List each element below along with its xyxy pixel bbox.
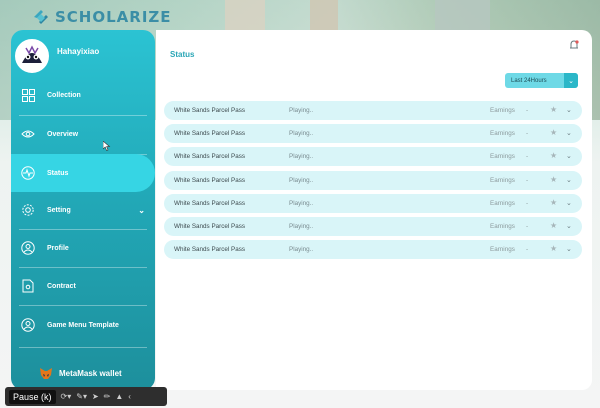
sidebar-item-game-menu-template[interactable]: Game Menu Template: [11, 307, 155, 343]
chevron-down-icon[interactable]: ⌄: [566, 222, 572, 230]
earnings-value: -: [526, 246, 529, 254]
avatar: [15, 39, 49, 73]
sidebar-item-setting[interactable]: Setting ⌄: [11, 192, 155, 228]
highlighter-tool-icon[interactable]: ▲: [115, 392, 123, 401]
item-state: Playing..: [289, 222, 314, 230]
pulse-icon: [21, 166, 35, 180]
item-name: White Sands Parcel Pass: [174, 153, 246, 161]
item-name: White Sands Parcel Pass: [174, 222, 246, 230]
star-icon[interactable]: ★: [550, 244, 557, 253]
list-item[interactable]: White Sands Parcel Pass Playing.. Earnin…: [164, 240, 582, 260]
item-name: White Sands Parcel Pass: [174, 176, 246, 184]
time-filter-label: Last 24Hours: [511, 77, 547, 84]
status-list: White Sands Parcel Pass Playing.. Earnin…: [164, 101, 582, 263]
item-name: White Sands Parcel Pass: [174, 246, 246, 254]
earnings-label: Earnings: [490, 153, 515, 161]
item-state: Playing..: [289, 130, 314, 138]
sidebar-item-status[interactable]: Status: [11, 154, 155, 192]
item-name: White Sands Parcel Pass: [174, 199, 246, 207]
earnings-value: -: [526, 107, 529, 114]
chevron-down-icon[interactable]: ⌄: [566, 152, 572, 160]
item-name: White Sands Parcel Pass: [174, 107, 246, 114]
bell-icon[interactable]: [568, 38, 580, 50]
eye-icon: [21, 127, 35, 141]
list-item[interactable]: White Sands Parcel Pass Playing.. Earnin…: [164, 193, 582, 213]
list-item[interactable]: White Sands Parcel Pass Playing.. Earnin…: [164, 101, 582, 120]
gear-icon: [21, 203, 35, 217]
sidebar-item-profile[interactable]: Profile: [11, 230, 155, 266]
star-icon[interactable]: ★: [550, 128, 557, 137]
chevron-down-icon[interactable]: ⌄: [566, 106, 572, 114]
item-state: Playing..: [289, 176, 314, 184]
chevron-down-icon[interactable]: ⌄: [564, 73, 578, 88]
chevron-down-icon[interactable]: ⌄: [566, 176, 572, 184]
divider: [19, 305, 147, 306]
sidebar-item-label: Profile: [47, 244, 69, 252]
earnings-label: Earnings: [490, 246, 515, 254]
wallet-button[interactable]: MetaMask wallet: [39, 366, 122, 380]
document-icon: [21, 279, 35, 293]
pointer-tool-icon[interactable]: ➤: [92, 392, 99, 401]
time-filter-select[interactable]: Last 24Hours ⌄: [505, 73, 578, 88]
wallet-label: MetaMask wallet: [59, 368, 122, 378]
earnings-label: Earnings: [490, 222, 515, 230]
item-state: Playing..: [289, 246, 314, 254]
star-icon[interactable]: ★: [550, 151, 557, 160]
effects-tool-icon[interactable]: ✎▾: [76, 392, 87, 401]
main-panel: Status Last 24Hours ⌄ White Sands Parcel…: [156, 30, 592, 390]
list-item[interactable]: White Sands Parcel Pass Playing.. Earnin…: [164, 147, 582, 167]
item-state: Playing..: [289, 153, 314, 161]
divider: [19, 347, 147, 348]
earnings-value: -: [526, 176, 529, 184]
draw-tool-icon[interactable]: ⟳▾: [61, 392, 72, 401]
username: Hahayixiao: [57, 46, 100, 56]
sidebar-item-overview[interactable]: Overview: [11, 116, 155, 152]
profile[interactable]: Hahayixiao: [11, 30, 155, 76]
list-item[interactable]: White Sands Parcel Pass Playing.. Earnin…: [164, 124, 582, 144]
sidebar-item-label: Collection: [47, 91, 81, 99]
earnings-value: -: [526, 130, 529, 138]
earnings-label: Earnings: [490, 176, 515, 184]
sidebar-item-label: Status: [47, 169, 69, 177]
mouse-cursor-icon: [102, 138, 111, 151]
sidebar: Hahayixiao Collection Overview Status Se…: [11, 30, 155, 390]
earnings-label: Earnings: [490, 107, 515, 114]
logo-icon: [32, 8, 50, 26]
sidebar-item-contract[interactable]: Contract: [11, 268, 155, 304]
sidebar-item-label: Overview: [47, 130, 79, 138]
earnings-label: Earnings: [490, 130, 515, 138]
top-bar: SCHOLARIZE: [0, 0, 600, 34]
earnings-value: -: [526, 199, 529, 207]
sidebar-item-collection[interactable]: Collection: [11, 77, 155, 113]
earnings-value: -: [526, 153, 529, 161]
star-icon[interactable]: ★: [550, 198, 557, 207]
metamask-fox-icon: [39, 366, 53, 380]
earnings-label: Earnings: [490, 199, 515, 207]
star-icon[interactable]: ★: [550, 221, 557, 230]
earnings-value: -: [526, 222, 529, 230]
recording-toolbar: Pause (k) ⟳▾ ✎▾ ➤ ✏ ▲ ‹: [5, 387, 167, 406]
chevron-down-icon[interactable]: ⌄: [566, 199, 572, 207]
item-state: Playing..: [289, 199, 314, 207]
sidebar-item-label: Contract: [47, 282, 76, 290]
chevron-down-icon[interactable]: ⌄: [138, 206, 145, 215]
sidebar-item-label: Setting: [47, 206, 71, 214]
page-title: Status: [170, 50, 195, 59]
logo-text: SCHOLARIZE: [55, 8, 172, 26]
collapse-arrow-icon[interactable]: ‹: [128, 392, 131, 401]
sidebar-item-label: Game Menu Template: [47, 321, 119, 329]
star-icon[interactable]: ★: [550, 175, 557, 184]
grid-icon: [21, 88, 35, 102]
pen-tool-icon[interactable]: ✏: [104, 392, 111, 401]
list-item[interactable]: White Sands Parcel Pass Playing.. Earnin…: [164, 216, 582, 236]
item-state: Playing..: [289, 107, 314, 114]
chevron-down-icon[interactable]: ⌄: [566, 245, 572, 253]
item-name: White Sands Parcel Pass: [174, 130, 246, 138]
user-icon: [21, 241, 35, 255]
pause-button[interactable]: Pause (k): [9, 389, 56, 404]
list-item[interactable]: White Sands Parcel Pass Playing.. Earnin…: [164, 170, 582, 190]
star-icon[interactable]: ★: [550, 105, 557, 114]
user-circle-icon: [21, 318, 35, 332]
chevron-down-icon[interactable]: ⌄: [566, 129, 572, 137]
